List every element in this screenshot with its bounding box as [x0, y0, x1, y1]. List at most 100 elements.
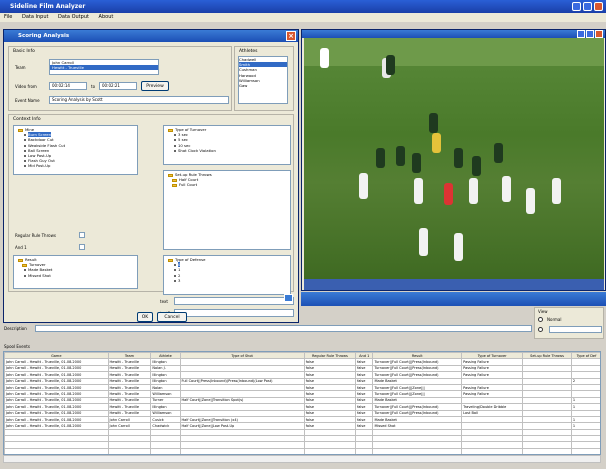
- video-close-icon[interactable]: [595, 30, 603, 38]
- video-maximize-icon[interactable]: [586, 30, 594, 38]
- bullet-icon: [174, 139, 176, 142]
- event-name-input[interactable]: Scoring Analysis by Scott: [49, 96, 229, 104]
- basic-info-group: Basic Info Team John Carroll Hewitt - Tr…: [8, 46, 232, 111]
- folder-icon: [168, 128, 173, 132]
- dialog-title: Scoring Analysis: [18, 33, 70, 39]
- player: [429, 113, 438, 133]
- dialog-close-icon[interactable]: ×: [286, 31, 296, 41]
- bullet-icon: [174, 264, 176, 267]
- folder-icon: [168, 258, 173, 262]
- horizontal-scrollbar[interactable]: [3, 455, 601, 463]
- player: [359, 173, 368, 199]
- defense-tree[interactable]: Type of Defense 0 1 2 3: [163, 255, 291, 295]
- bullet-icon: [24, 160, 26, 163]
- description-label: Description: [4, 326, 27, 331]
- table-cell: [179, 447, 305, 454]
- bullet-icon: [24, 139, 26, 142]
- bullet-icon: [174, 274, 176, 277]
- table-cell: [355, 447, 374, 454]
- tree-node: Missed Shot: [18, 273, 133, 278]
- folder-icon: [22, 263, 27, 267]
- table-cell: [461, 447, 524, 454]
- description-input[interactable]: [35, 325, 532, 332]
- context-tree[interactable]: Mine Burn Screen Backdoor Cut Weakside F…: [13, 125, 138, 175]
- close-icon[interactable]: [594, 2, 603, 11]
- video-window: [301, 29, 606, 291]
- table-cell: [4, 447, 109, 454]
- context-label: Context Info: [13, 117, 41, 122]
- lower-window-titlebar: [301, 292, 606, 306]
- radio-other[interactable]: [538, 327, 543, 332]
- menubar: File Data Input Data Output About: [0, 13, 606, 22]
- bullet-icon: [24, 165, 26, 168]
- video-controls[interactable]: [304, 279, 604, 290]
- bullet-icon: [24, 269, 26, 272]
- to-label: to: [91, 84, 96, 89]
- athlete-item[interactable]: Gaw: [239, 83, 287, 88]
- table-cell: [303, 447, 357, 454]
- events-table-container: Game Team Athlete Type of Shot Regular Rule …: [3, 351, 601, 455]
- cancel-button[interactable]: Cancel: [157, 312, 187, 322]
- folder-icon: [18, 258, 23, 262]
- table-cell: [570, 447, 600, 454]
- radio-normal[interactable]: [538, 317, 543, 322]
- bullet-icon: [24, 149, 26, 152]
- table-cell: [107, 447, 152, 454]
- menu-about[interactable]: About: [99, 14, 114, 20]
- table-row[interactable]: [4, 447, 600, 454]
- text2-input[interactable]: [174, 309, 294, 317]
- app-title: Sideline Film Analyzer: [10, 3, 86, 10]
- video-minimize-icon[interactable]: [577, 30, 585, 38]
- bullet-icon: [174, 149, 176, 152]
- player: [376, 148, 385, 168]
- app-titlebar: Sideline Film Analyzer: [0, 0, 606, 13]
- folder-icon: [18, 128, 23, 132]
- bullet-icon: [24, 144, 26, 147]
- regular-checkbox[interactable]: [79, 232, 85, 238]
- table-cell: [372, 447, 463, 454]
- expand-icon[interactable]: [284, 294, 293, 302]
- player: [552, 178, 561, 204]
- team-item-1[interactable]: Hewitt - Trueville: [50, 65, 158, 71]
- table-cell: [522, 447, 572, 454]
- player: [432, 133, 441, 153]
- spool-label: Spool Events: [4, 344, 30, 349]
- result-tree[interactable]: Result Turnover Made Basket Missed Shot: [13, 255, 138, 289]
- folder-icon: [168, 173, 173, 177]
- menu-data-input[interactable]: Data Input: [22, 14, 48, 20]
- athletes-list[interactable]: Chadwell Smith Cushman Harwood Williamso…: [238, 56, 288, 104]
- view-group: View Normal: [534, 307, 604, 339]
- team-list[interactable]: John Carroll Hewitt - Trueville: [49, 59, 159, 75]
- team-label: Team: [15, 65, 26, 70]
- folder-icon: [172, 178, 177, 182]
- bullet-icon: [24, 274, 26, 277]
- text1-input[interactable]: [174, 297, 294, 305]
- video-from-input[interactable]: 00:02:14: [49, 82, 87, 90]
- table-cell: [150, 447, 181, 454]
- bullet-icon: [174, 144, 176, 147]
- minimize-icon[interactable]: [572, 2, 581, 11]
- view-option-normal: Normal: [547, 317, 562, 322]
- ok-button[interactable]: OK: [137, 312, 153, 322]
- regular-label: Regular Rule Throws: [15, 233, 56, 238]
- tree-node: Mid Post-Up: [18, 163, 133, 168]
- view-select[interactable]: [549, 326, 602, 333]
- player: [412, 153, 421, 173]
- preview-button[interactable]: Preview: [141, 81, 169, 91]
- setup-tree[interactable]: Set-up Rule Throws Half Court Full Court: [163, 170, 291, 250]
- and1-label: And 1: [15, 245, 27, 250]
- maximize-icon[interactable]: [583, 2, 592, 11]
- context-info-group: Context Info Mine Burn Screen Backdoor C…: [8, 114, 294, 295]
- basic-info-label: Basic Info: [13, 49, 35, 54]
- menu-data-output[interactable]: Data Output: [58, 14, 89, 20]
- event-name-label: Event Name: [15, 98, 40, 103]
- turnover-tree[interactable]: Type of Turnover 3 sec 5 sec 10 sec Shot…: [163, 125, 291, 165]
- player: [454, 233, 463, 261]
- and1-checkbox[interactable]: [79, 244, 85, 250]
- tree-node: Shot Clock Violation: [168, 148, 286, 153]
- bullet-icon: [24, 155, 26, 158]
- video-to-input[interactable]: 00:02:21: [99, 82, 137, 90]
- menu-file[interactable]: File: [4, 14, 12, 20]
- video-titlebar: [302, 30, 605, 38]
- description-row: Description: [2, 325, 532, 333]
